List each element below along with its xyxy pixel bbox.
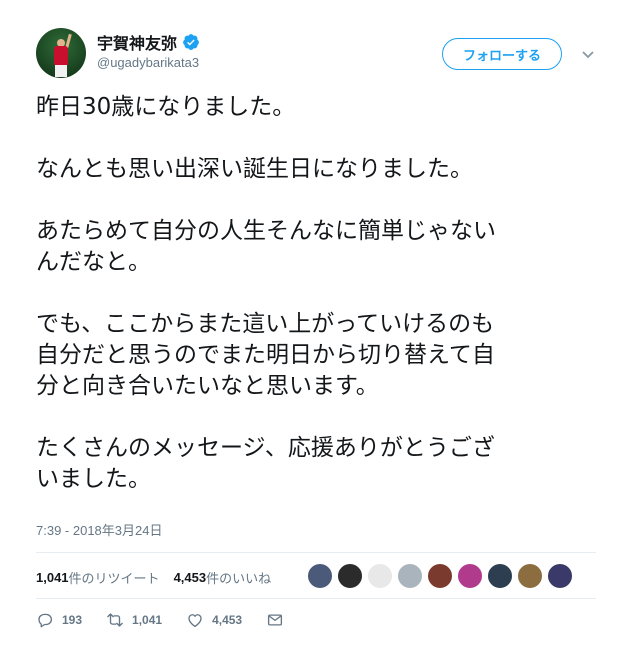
liker-avatar[interactable] — [337, 563, 363, 589]
engagement-stats: 1,041 件のリツイート 4,453 件のいいね — [36, 568, 271, 587]
tweet-line: たくさんのメッセージ、応援ありがとうござ — [36, 435, 495, 461]
user-name-row[interactable]: 宇賀神友弥 — [97, 30, 200, 54]
tweet-line: 分と向き合いたいなと思います。 — [36, 373, 379, 399]
tweet-line: あたらめて自分の人生そんなに簡単じゃない — [36, 218, 496, 244]
like-stat[interactable]: 4,453 件のいいね — [174, 568, 272, 587]
retweet-stat-label: 件のリツイート — [68, 572, 160, 587]
direct-message-button[interactable] — [266, 611, 284, 629]
liker-avatar[interactable] — [427, 563, 453, 589]
liker-avatar[interactable] — [487, 563, 513, 589]
retweet-stat[interactable]: 1,041 件のリツイート — [36, 568, 160, 587]
liker-avatar[interactable] — [457, 563, 483, 589]
retweet-button[interactable]: 1,041 — [106, 611, 162, 629]
tweet-text: 昨日30歳になりました。 なんとも思い出深い誕生日になりました。 あたらめて自分… — [36, 92, 606, 495]
heart-icon — [188, 614, 202, 628]
reply-count: 193 — [62, 613, 83, 627]
like-stat-label: 件のいいね — [206, 572, 272, 587]
tweet-line: いました。 — [36, 466, 151, 492]
tweet-timestamp[interactable]: 7:39 - 2018年3月24日 — [36, 520, 162, 539]
divider — [36, 552, 596, 553]
like-stat-count: 4,453 — [173, 570, 207, 585]
liker-avatars — [307, 563, 577, 589]
retweet-count: 1,041 — [132, 613, 163, 627]
tweet-line: んだなと。 — [36, 249, 151, 275]
display-name[interactable]: 宇賀神友弥 — [97, 30, 177, 54]
like-button[interactable]: 4,453 — [186, 611, 242, 629]
retweet-icon — [107, 613, 123, 627]
chevron-down-icon[interactable] — [580, 46, 596, 62]
action-bar: 193 1,041 4,453 — [36, 611, 308, 629]
liker-avatar[interactable] — [547, 563, 573, 589]
liker-avatar[interactable] — [517, 563, 543, 589]
divider — [36, 598, 596, 599]
envelope-icon — [268, 614, 283, 626]
tweet-line: でも、ここからまた這い上がっていけるのも — [36, 311, 495, 337]
liker-avatar[interactable] — [367, 563, 393, 589]
user-handle[interactable]: @ugadybarikata3 — [97, 55, 199, 70]
liker-avatar[interactable] — [397, 563, 423, 589]
like-count: 4,453 — [212, 613, 243, 627]
verified-badge-icon — [183, 34, 199, 50]
reply-button[interactable]: 193 — [36, 611, 82, 629]
tweet-line: 昨日30歳になりました。 — [36, 94, 296, 120]
tweet-line: 自分だと思うのでまた明日から切り替えて自 — [36, 342, 495, 368]
avatar[interactable] — [36, 28, 86, 78]
follow-button[interactable]: フォローする — [442, 38, 562, 70]
reply-icon — [38, 613, 53, 628]
tweet-card: 宇賀神友弥 @ugadybarikata3 フォローする 昨日30歳になりました… — [0, 0, 634, 654]
liker-avatar[interactable] — [307, 563, 333, 589]
retweet-stat-count: 1,041 — [36, 570, 69, 585]
tweet-line: なんとも思い出深い誕生日になりました。 — [36, 156, 473, 182]
